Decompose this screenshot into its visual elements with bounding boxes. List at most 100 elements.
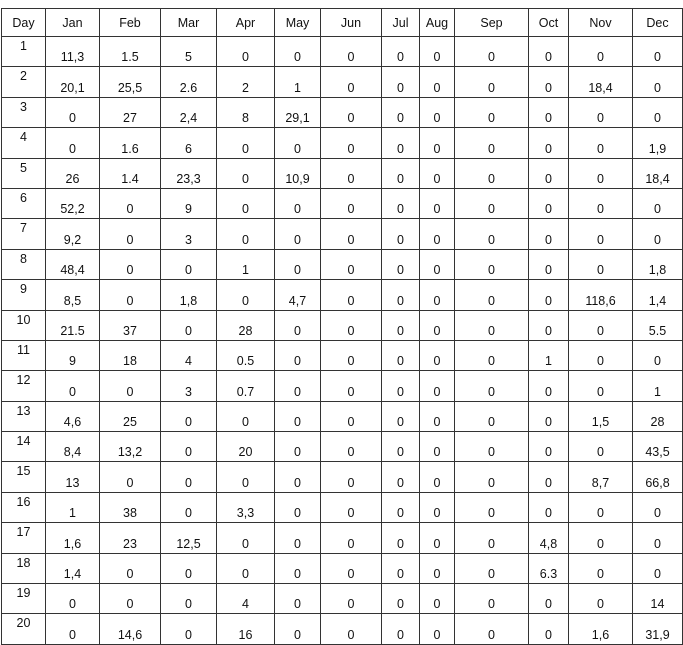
value-cell-dec: 1: [632, 370, 683, 402]
value-cell-may: 29,1: [274, 96, 321, 129]
value-cell-may: 10,9: [274, 157, 321, 189]
value-cell-sep: 0: [454, 552, 529, 585]
value-cell-aug: 0: [419, 157, 455, 189]
value-cell-aug: 0: [419, 248, 455, 281]
value-cell-jan: 13: [45, 461, 100, 493]
value-cell-sep: 0: [454, 461, 529, 493]
value-cell-sep: 0: [454, 309, 529, 341]
value-cell-may: 1: [274, 66, 321, 98]
value-cell-jun: 0: [320, 96, 382, 129]
value-cell-feb: 0: [99, 461, 161, 493]
value-cell-jun: 0: [320, 400, 382, 433]
column-header-may: May: [274, 8, 321, 37]
value-cell-jan: 4,6: [45, 400, 100, 433]
value-cell-feb: 18: [99, 339, 161, 372]
value-cell-apr: 0.5: [216, 339, 275, 372]
value-cell-apr: 0.7: [216, 370, 275, 402]
value-cell-jan: 1,6: [45, 522, 100, 554]
value-cell-mar: 2.6: [160, 66, 217, 98]
value-cell-sep: 0: [454, 96, 529, 129]
value-cell-feb: 13,2: [99, 431, 161, 463]
value-cell-aug: 0: [419, 583, 455, 615]
value-cell-nov: 0: [568, 218, 633, 250]
value-cell-apr: 16: [216, 613, 275, 645]
value-cell-feb: 27: [99, 96, 161, 129]
value-cell-dec: 1,8: [632, 248, 683, 281]
value-cell-jun: 0: [320, 127, 382, 159]
value-cell-may: 4,7: [274, 279, 321, 311]
value-cell-dec: 0: [632, 96, 683, 129]
value-cell-jan: 0: [45, 127, 100, 159]
column-header-jan: Jan: [45, 8, 100, 37]
value-cell-mar: 23,3: [160, 157, 217, 189]
day-cell: 9: [1, 279, 46, 311]
value-cell-jun: 0: [320, 431, 382, 463]
value-cell-aug: 0: [419, 552, 455, 585]
value-cell-mar: 0: [160, 461, 217, 493]
day-cell: 10: [1, 309, 46, 341]
table-row: 18 1,4 0 0 0 0 0 0 0 0 6.3 0 0: [1, 552, 683, 585]
value-cell-apr: 0: [216, 400, 275, 433]
value-cell-jun: 0: [320, 583, 382, 615]
value-cell-aug: 0: [419, 613, 455, 645]
table-row: 16 1 38 0 3,3 0 0 0 0 0 0 0 0: [1, 491, 683, 524]
day-cell: 6: [1, 187, 46, 220]
value-cell-feb: 23: [99, 522, 161, 554]
value-cell-sep: 0: [454, 157, 529, 189]
column-header-jun: Jun: [320, 8, 382, 37]
value-cell-feb: 0: [99, 218, 161, 250]
value-cell-apr: 0: [216, 552, 275, 585]
value-cell-mar: 6: [160, 127, 217, 159]
value-cell-jan: 8,4: [45, 431, 100, 463]
column-header-day: Day: [1, 8, 46, 37]
value-cell-jun: 0: [320, 157, 382, 189]
value-cell-jul: 0: [381, 431, 420, 463]
value-cell-jun: 0: [320, 279, 382, 311]
value-cell-nov: 0: [568, 187, 633, 220]
value-cell-may: 0: [274, 127, 321, 159]
value-cell-jun: 0: [320, 187, 382, 220]
value-cell-oct: 0: [528, 431, 569, 463]
value-cell-jun: 0: [320, 613, 382, 645]
value-cell-nov: 0: [568, 127, 633, 159]
value-cell-apr: 1: [216, 248, 275, 281]
value-cell-dec: 66,8: [632, 461, 683, 493]
value-cell-sep: 0: [454, 370, 529, 402]
day-cell: 5: [1, 157, 46, 189]
value-cell-feb: 25,5: [99, 66, 161, 98]
table-row: 6 52,2 0 9 0 0 0 0 0 0 0 0 0: [1, 187, 683, 220]
value-cell-mar: 2,4: [160, 96, 217, 129]
header-row: Day Jan Feb Mar Apr May Jun Jul Aug Sep Oct Nov Dec: [1, 8, 683, 37]
column-header-mar: Mar: [160, 8, 217, 37]
value-cell-apr: 3,3: [216, 491, 275, 524]
value-cell-nov: 1,6: [568, 613, 633, 645]
value-cell-aug: 0: [419, 218, 455, 250]
table-row: 19 0 0 0 4 0 0 0 0 0 0 0 14: [1, 583, 683, 615]
table-row: 12 0 0 3 0.7 0 0 0 0 0 0 0 1: [1, 370, 683, 402]
value-cell-may: 0: [274, 370, 321, 402]
value-cell-jan: 20,1: [45, 66, 100, 98]
day-cell: 4: [1, 127, 46, 159]
value-cell-may: 0: [274, 583, 321, 615]
table-row: 20 0 14,6 0 16 0 0 0 0 0 0 1,6 31,9: [1, 613, 683, 645]
value-cell-apr: 4: [216, 583, 275, 615]
value-cell-jul: 0: [381, 309, 420, 341]
value-cell-jan: 9: [45, 339, 100, 372]
value-cell-dec: 28: [632, 400, 683, 433]
value-cell-mar: 3: [160, 218, 217, 250]
value-cell-jun: 0: [320, 491, 382, 524]
table-row: 8 48,4 0 0 1 0 0 0 0 0 0 0 1,8: [1, 248, 683, 281]
value-cell-mar: 0: [160, 613, 217, 645]
value-cell-jul: 0: [381, 157, 420, 189]
value-cell-nov: 8,7: [568, 461, 633, 493]
value-cell-apr: 0: [216, 218, 275, 250]
value-cell-jul: 0: [381, 66, 420, 98]
value-cell-nov: 0: [568, 35, 633, 68]
value-cell-sep: 0: [454, 127, 529, 159]
value-cell-may: 0: [274, 522, 321, 554]
value-cell-jan: 0: [45, 370, 100, 402]
value-cell-dec: 0: [632, 552, 683, 585]
value-cell-may: 0: [274, 218, 321, 250]
value-cell-dec: 43,5: [632, 431, 683, 463]
value-cell-aug: 0: [419, 461, 455, 493]
